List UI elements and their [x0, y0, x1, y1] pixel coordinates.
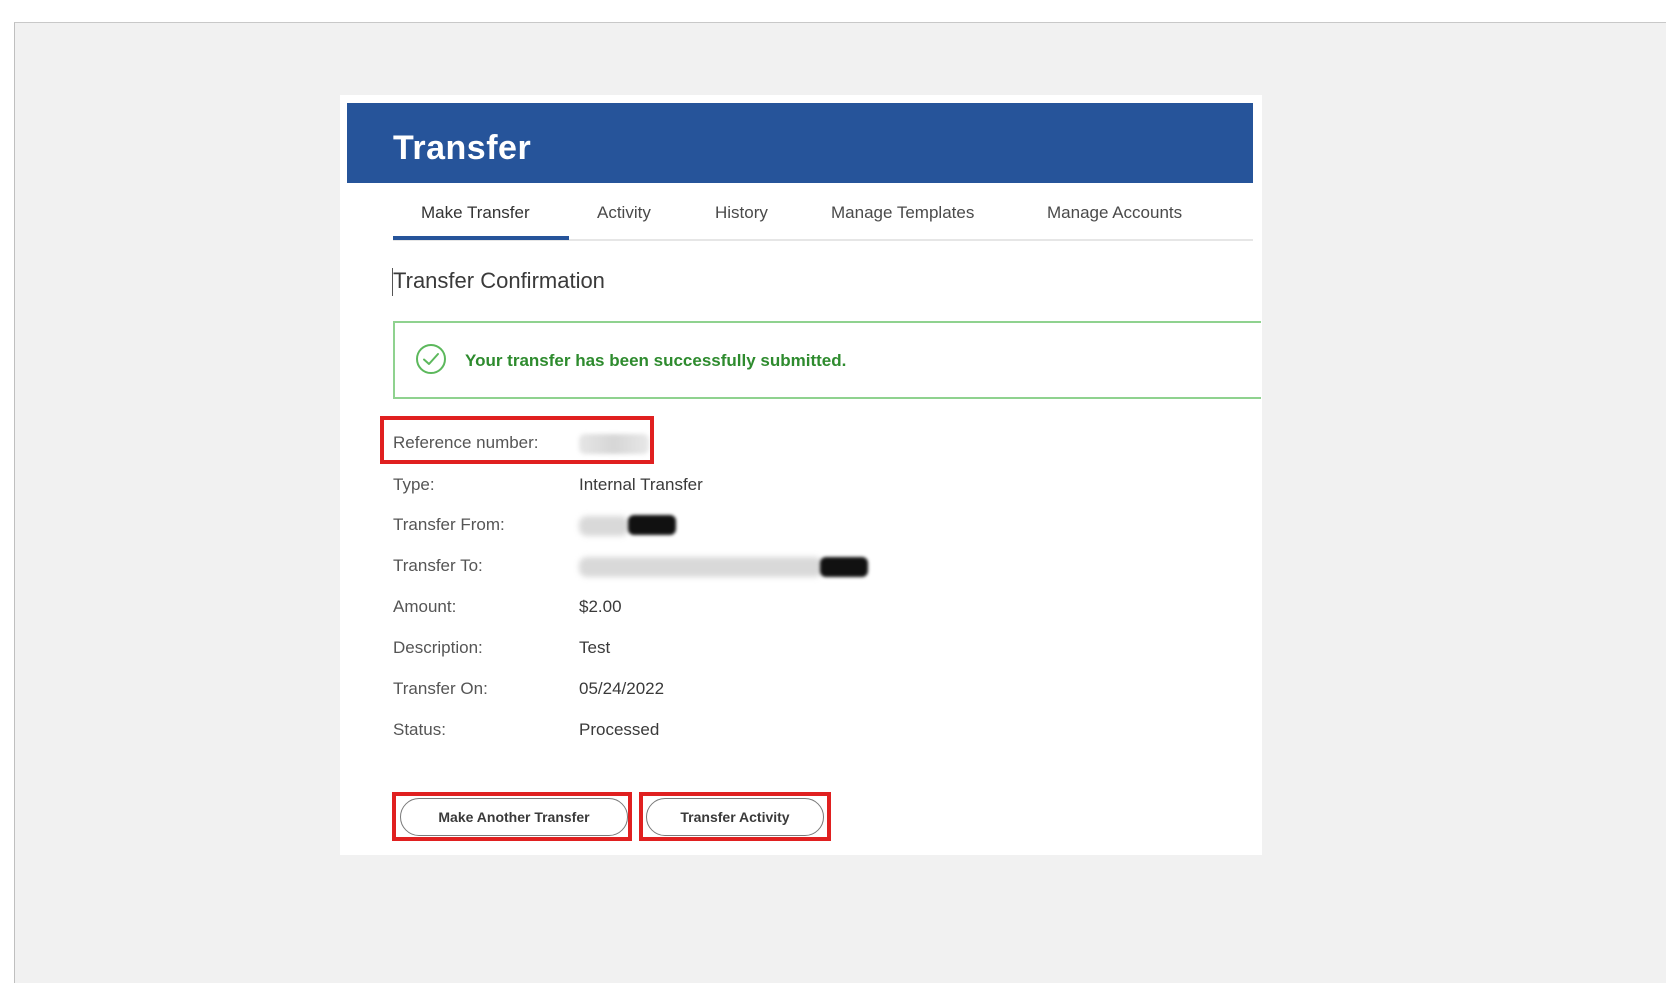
status-label: Status: [393, 720, 446, 739]
description-value: Test [579, 638, 611, 657]
transfer-from-redacted [579, 516, 629, 536]
description-label: Description: [393, 638, 483, 657]
active-tab-indicator [393, 236, 569, 240]
tab-activity[interactable]: Activity [597, 203, 651, 223]
transfer-to-redacted [579, 557, 823, 577]
success-alert: Your transfer has been successfully subm… [393, 321, 1261, 399]
transfer-from-label: Transfer From: [393, 515, 505, 534]
tab-make-transfer[interactable]: Make Transfer [421, 203, 530, 223]
reference-highlight-box [380, 416, 654, 464]
page-header: Transfer [347, 103, 1253, 183]
transfer-to-redacted-mask [820, 557, 868, 577]
tab-manage-accounts[interactable]: Manage Accounts [1047, 203, 1182, 223]
tab-bar: Make Transfer Activity History Manage Te… [393, 195, 1253, 241]
type-label: Type: [393, 475, 435, 494]
section-title: Transfer Confirmation [393, 268, 605, 293]
transfer-activity-highlight-box [639, 792, 831, 841]
page-title: Transfer [393, 129, 532, 167]
check-circle-icon [416, 344, 446, 374]
tab-manage-templates[interactable]: Manage Templates [831, 203, 974, 223]
transfer-from-redacted-mask [628, 515, 676, 535]
success-message: Your transfer has been successfully subm… [465, 351, 847, 370]
status-value: Processed [579, 720, 660, 739]
make-another-highlight-box [392, 792, 632, 841]
transfer-on-label: Transfer On: [393, 679, 488, 698]
type-value: Internal Transfer [579, 475, 703, 494]
transfer-card: Transfer Make Transfer Activity History … [340, 95, 1262, 855]
transfer-on-value: 05/24/2022 [579, 679, 665, 698]
transfer-to-label: Transfer To: [393, 556, 483, 575]
amount-label: Amount: [393, 597, 457, 616]
tab-history[interactable]: History [715, 203, 768, 223]
amount-value: $2.00 [579, 597, 622, 616]
